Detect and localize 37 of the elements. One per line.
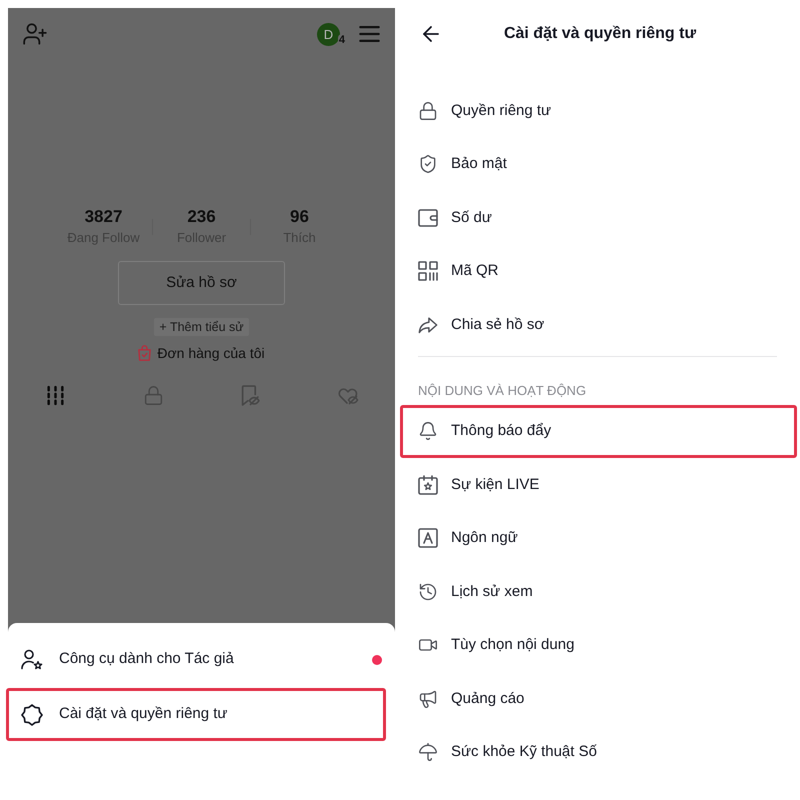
settings-menu-item[interactable]: Chia sẻ hồ sơ xyxy=(400,298,797,352)
settings-menu-item[interactable]: Bảo mật xyxy=(400,138,797,191)
history-clock-icon xyxy=(418,582,438,602)
settings-menu-item[interactable]: Thông báo đẩy xyxy=(400,404,797,458)
settings-menu-item[interactable]: Sự kiện LIVE xyxy=(400,458,797,512)
share-arrow-icon xyxy=(418,314,438,335)
menu-icon[interactable] xyxy=(359,26,380,42)
section-heading: NỘI DUNG VÀ HOẠT ĐỘNG xyxy=(417,382,588,400)
notification-count-badge: 4 xyxy=(338,34,346,46)
settings-menu-item[interactable]: Số dư xyxy=(400,191,797,244)
bars-grid-icon[interactable] xyxy=(45,385,66,406)
user-star-icon xyxy=(21,648,43,670)
settings-menu-item[interactable]: Quyền riêng tư xyxy=(400,84,797,138)
settings-menu-item[interactable]: Lịch sử xem xyxy=(400,565,797,618)
wallet-icon xyxy=(418,208,438,228)
qr-code-icon xyxy=(418,261,438,282)
settings-menu-item[interactable]: Sức khỏe Kỹ thuật Số xyxy=(400,726,797,779)
stat-count: 3827 xyxy=(84,207,122,227)
settings-menu-item[interactable]: Tùy chọn nội dung xyxy=(400,618,797,672)
umbrella-icon xyxy=(418,742,438,762)
avatar-initial[interactable]: D xyxy=(317,22,340,46)
settings-menu-item[interactable]: Quảng cáo xyxy=(400,672,797,726)
letter-a-box-icon xyxy=(418,528,438,548)
bell-icon xyxy=(418,421,438,442)
shield-check-icon xyxy=(418,154,438,174)
settings-menu-item[interactable]: Mã QR xyxy=(400,244,797,298)
stat-count: 96 xyxy=(290,207,309,227)
settings-menu-item[interactable]: Ngôn ngữ xyxy=(400,512,797,565)
user-plus-icon[interactable] xyxy=(22,21,48,47)
settings-icon xyxy=(21,704,43,726)
page-title: Cài đặt và quyền riêng tư xyxy=(502,24,698,44)
sheet-menu-item[interactable]: Công cụ dành cho Tác giả xyxy=(6,633,386,686)
stat-count: 236 xyxy=(187,207,216,227)
megaphone-icon xyxy=(418,688,438,709)
lock-icon xyxy=(418,100,438,121)
shopping-bag-check-icon xyxy=(138,345,152,361)
sheet-menu-item[interactable]: Cài đặt và quyền riêng tư xyxy=(6,688,386,741)
